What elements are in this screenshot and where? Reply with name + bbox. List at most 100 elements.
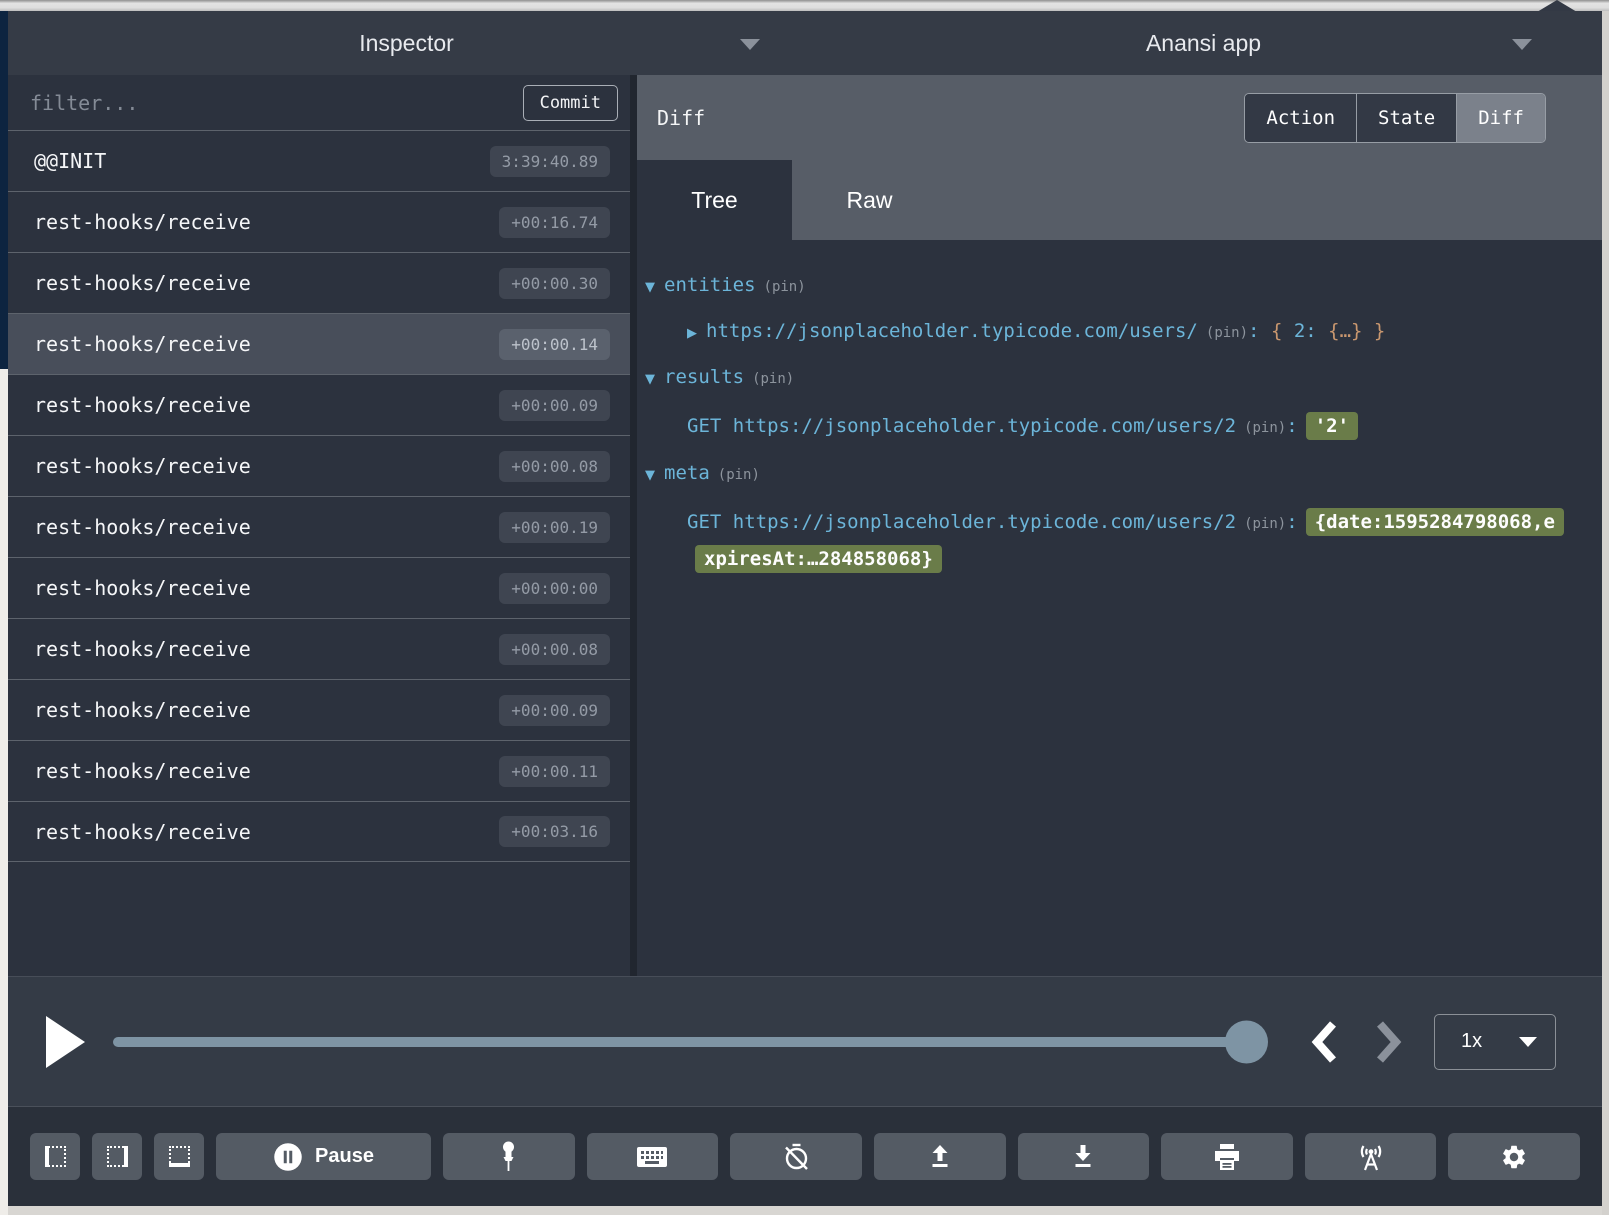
tree-row-entities[interactable]: ▼ entities (pin) [645, 270, 1557, 303]
mode-tab-group: Action State Diff [1244, 93, 1546, 143]
instance-select[interactable]: Anansi app [805, 11, 1602, 75]
action-row[interactable]: @@INIT 3:39:40.89 [8, 130, 630, 191]
filter-bar: filter... Commit [8, 75, 630, 130]
action-row[interactable]: rest-hooks/receive +00:00.09 [8, 679, 630, 740]
action-time-badge: 3:39:40.89 [490, 146, 610, 177]
tree-row-entities-url[interactable]: ▶https://jsonplaceholder.typicode.com/us… [645, 316, 1557, 349]
timer-off-button[interactable] [730, 1133, 862, 1180]
action-row[interactable]: rest-hooks/receive +00:00.19 [8, 496, 630, 557]
print-button[interactable] [1161, 1133, 1293, 1180]
page-behind-light [0, 369, 8, 1215]
pin-link[interactable]: (pin) [1244, 420, 1286, 436]
tree-row-results[interactable]: ▼results(pin) [645, 362, 1557, 395]
collapse-arrow-icon[interactable]: ▼ [645, 372, 655, 387]
colon: : [1286, 511, 1297, 533]
dock-bottom-button[interactable] [154, 1133, 204, 1180]
pin-link[interactable]: (pin) [752, 371, 794, 387]
main-content: filter... Commit @@INIT 3:39:40.89 rest-… [8, 75, 1602, 976]
action-time-badge: +00:00.19 [499, 512, 610, 543]
tab-state[interactable]: State [1356, 94, 1456, 142]
play-button[interactable] [46, 1016, 85, 1068]
action-name: rest-hooks/receive [34, 454, 251, 478]
tree-row-meta[interactable]: ▼ meta (pin) [645, 458, 1557, 491]
action-name: rest-hooks/receive [34, 698, 251, 722]
action-row[interactable]: rest-hooks/receive +00:00.08 [8, 618, 630, 679]
pin-link[interactable]: (pin) [718, 467, 760, 483]
playback-speed-select[interactable]: 1x [1434, 1014, 1556, 1070]
window-top-edge [0, 0, 1609, 11]
upload-button[interactable] [874, 1133, 1006, 1180]
action-row[interactable]: rest-hooks/receive +00:00.08 [8, 435, 630, 496]
redux-devtools-window: Inspector Anansi app filter... Commit @@… [8, 11, 1602, 1206]
slider-handle[interactable] [1225, 1020, 1268, 1063]
pin-link[interactable]: (pin) [1206, 325, 1248, 341]
panel-divider[interactable] [630, 75, 637, 976]
dock-left-button[interactable] [30, 1133, 80, 1180]
action-name: rest-hooks/receive [34, 820, 251, 844]
tree-row-results-entry[interactable]: GET https://jsonplaceholder.typicode.com… [645, 408, 1557, 445]
diff-added-value: '2' [1306, 412, 1358, 440]
remote-button[interactable] [1305, 1133, 1437, 1180]
action-row[interactable]: rest-hooks/receive +00:16.74 [8, 191, 630, 252]
action-name: rest-hooks/receive [34, 271, 251, 295]
pin-button[interactable] [443, 1133, 575, 1180]
pin-icon [500, 1141, 517, 1172]
chevron-left-icon [1309, 1019, 1339, 1065]
settings-button[interactable] [1448, 1133, 1580, 1180]
page-behind-bottom [8, 1206, 1602, 1215]
step-back-button[interactable] [1309, 1019, 1339, 1065]
dock-right-button[interactable] [92, 1133, 142, 1180]
action-row[interactable]: rest-hooks/receive +00:00.30 [8, 252, 630, 313]
filter-input[interactable]: filter... [30, 91, 523, 115]
action-row[interactable]: rest-hooks/receive +00:00.09 [8, 374, 630, 435]
panel-title: Diff [657, 106, 705, 130]
chevron-down-icon [1512, 39, 1532, 50]
action-row[interactable]: rest-hooks/receive +00:00.14 [8, 313, 630, 374]
keyboard-button[interactable] [587, 1133, 719, 1180]
monitor-select-label: Inspector [359, 30, 454, 57]
monitor-select[interactable]: Inspector [8, 11, 805, 75]
object-preview-rest: {…} } [1317, 320, 1386, 342]
action-name: rest-hooks/receive [34, 637, 251, 661]
instance-select-label: Anansi app [1146, 30, 1261, 57]
tree-row-meta-entry[interactable]: GET https://jsonplaceholder.typicode.com… [645, 504, 1557, 578]
pin-link[interactable]: (pin) [1244, 516, 1286, 532]
page-behind-dark [0, 11, 8, 369]
expand-arrow-icon[interactable]: ▶ [687, 326, 697, 341]
chevron-down-icon [740, 39, 760, 50]
page-behind-right [1602, 11, 1609, 1215]
inspector-header: Diff Action State Diff [637, 75, 1602, 160]
action-name: rest-hooks/receive [34, 759, 251, 783]
upload-icon [927, 1144, 953, 1169]
antenna-icon [1355, 1143, 1387, 1171]
tree-key: entities [664, 274, 756, 296]
step-forward-button[interactable] [1374, 1019, 1404, 1065]
inspector-panel: Diff Action State Diff Tree Raw ▼ entitie… [637, 75, 1602, 976]
collapse-arrow-icon[interactable]: ▼ [645, 280, 655, 295]
tab-raw[interactable]: Raw [792, 160, 947, 240]
settings-gear-icon [1500, 1143, 1528, 1171]
tab-tree[interactable]: Tree [637, 160, 792, 240]
action-row[interactable]: rest-hooks/receive +00:00:00 [8, 557, 630, 618]
action-name: rest-hooks/receive [34, 515, 251, 539]
speed-label: 1x [1461, 1030, 1482, 1053]
pause-button[interactable]: Pause [216, 1133, 431, 1180]
collapse-arrow-icon[interactable]: ▼ [645, 468, 655, 483]
pin-link[interactable]: (pin) [764, 279, 806, 295]
action-time-badge: +00:00.08 [499, 451, 610, 482]
action-list: @@INIT 3:39:40.89 rest-hooks/receive +00… [8, 130, 630, 976]
tab-diff[interactable]: Diff [1456, 94, 1545, 142]
timeline-slider[interactable] [113, 1037, 1264, 1047]
tab-action[interactable]: Action [1245, 94, 1356, 142]
colon: : [1248, 320, 1259, 342]
commit-button[interactable]: Commit [523, 85, 618, 121]
action-name: rest-hooks/receive [34, 210, 251, 234]
action-row[interactable]: rest-hooks/receive +00:03.16 [8, 801, 630, 862]
action-row[interactable]: rest-hooks/receive +00:00.11 [8, 740, 630, 801]
object-preview-open: { [1271, 320, 1294, 342]
download-button[interactable] [1018, 1133, 1150, 1180]
action-time-badge: +00:00.09 [499, 390, 610, 421]
bottom-toolbar: Pause [8, 1106, 1602, 1206]
dock-left-icon [45, 1146, 66, 1167]
tree-key: meta [664, 462, 710, 484]
